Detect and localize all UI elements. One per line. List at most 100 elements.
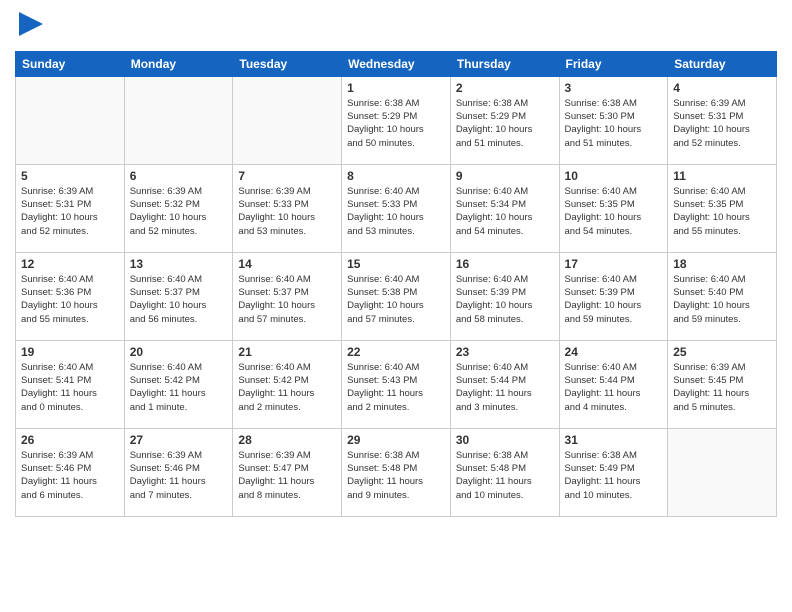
calendar-cell: 24Sunrise: 6:40 AM Sunset: 5:44 PM Dayli… [559, 340, 668, 428]
day-info: Sunrise: 6:38 AM Sunset: 5:48 PM Dayligh… [456, 449, 554, 502]
day-info: Sunrise: 6:40 AM Sunset: 5:39 PM Dayligh… [456, 273, 554, 326]
day-number: 19 [21, 345, 119, 359]
calendar-week-row: 26 Sunrise: 6:39 AM Sunset: 5:46 PM Dayli… [16, 428, 777, 516]
day-number: 13 [130, 257, 228, 271]
calendar-week-row: 12Sunrise: 6:40 AM Sunset: 5:36 PM Dayli… [16, 252, 777, 340]
page: SundayMondayTuesdayWednesdayThursdayFrid… [0, 0, 792, 532]
day-number: 17 [565, 257, 663, 271]
day-info: Sunrise: 6:39 AM Sunset: 5:31 PM Dayligh… [21, 185, 119, 238]
calendar-cell: 29 Sunrise: 6:38 AM Sunset: 5:48 PM Dayli… [342, 428, 451, 516]
calendar-cell: 18 Sunrise: 6:40 AM Sunset: 5:40 PM Dayli… [668, 252, 777, 340]
day-info: Sunrise: 6:40 AM Sunset: 5:35 PM Dayligh… [565, 185, 663, 238]
calendar-cell: 28Sunrise: 6:39 AM Sunset: 5:47 PM Dayli… [233, 428, 342, 516]
calendar-cell: 13 Sunrise: 6:40 AM Sunset: 5:37 PM Dayli… [124, 252, 233, 340]
calendar-cell: 17Sunrise: 6:40 AM Sunset: 5:39 PM Dayli… [559, 252, 668, 340]
day-number: 3 [565, 81, 663, 95]
calendar-cell [233, 76, 342, 164]
calendar-cell [668, 428, 777, 516]
day-number: 18 [673, 257, 771, 271]
day-number: 29 [347, 433, 445, 447]
calendar-cell: 19 Sunrise: 6:40 AM Sunset: 5:41 PM Dayli… [16, 340, 125, 428]
day-number: 2 [456, 81, 554, 95]
calendar-cell: 6Sunrise: 6:39 AM Sunset: 5:32 PM Daylig… [124, 164, 233, 252]
weekday-header: Sunday [16, 51, 125, 76]
calendar-cell: 3 Sunrise: 6:38 AM Sunset: 5:30 PM Daylig… [559, 76, 668, 164]
day-number: 31 [565, 433, 663, 447]
calendar-cell: 2 Sunrise: 6:38 AM Sunset: 5:29 PM Daylig… [450, 76, 559, 164]
calendar-cell: 21 Sunrise: 6:40 AM Sunset: 5:42 PM Dayli… [233, 340, 342, 428]
calendar-cell: 1 Sunrise: 6:38 AM Sunset: 5:29 PM Daylig… [342, 76, 451, 164]
calendar-cell: 26 Sunrise: 6:39 AM Sunset: 5:46 PM Dayli… [16, 428, 125, 516]
day-number: 14 [238, 257, 336, 271]
day-info: Sunrise: 6:40 AM Sunset: 5:34 PM Dayligh… [456, 185, 554, 238]
calendar-cell: 23 Sunrise: 6:40 AM Sunset: 5:44 PM Dayli… [450, 340, 559, 428]
day-number: 5 [21, 169, 119, 183]
day-number: 12 [21, 257, 119, 271]
day-info: Sunrise: 6:40 AM Sunset: 5:37 PM Dayligh… [130, 273, 228, 326]
calendar: SundayMondayTuesdayWednesdayThursdayFrid… [15, 51, 777, 517]
day-info: Sunrise: 6:38 AM Sunset: 5:48 PM Dayligh… [347, 449, 445, 502]
calendar-cell: 9 Sunrise: 6:40 AM Sunset: 5:34 PM Daylig… [450, 164, 559, 252]
day-info: Sunrise: 6:40 AM Sunset: 5:43 PM Dayligh… [347, 361, 445, 414]
day-number: 11 [673, 169, 771, 183]
day-number: 1 [347, 81, 445, 95]
calendar-cell: 11 Sunrise: 6:40 AM Sunset: 5:35 PM Dayli… [668, 164, 777, 252]
day-number: 25 [673, 345, 771, 359]
day-number: 30 [456, 433, 554, 447]
calendar-week-row: 1 Sunrise: 6:38 AM Sunset: 5:29 PM Daylig… [16, 76, 777, 164]
day-info: Sunrise: 6:40 AM Sunset: 5:33 PM Dayligh… [347, 185, 445, 238]
day-info: Sunrise: 6:40 AM Sunset: 5:44 PM Dayligh… [456, 361, 554, 414]
day-number: 10 [565, 169, 663, 183]
calendar-cell: 30 Sunrise: 6:38 AM Sunset: 5:48 PM Dayli… [450, 428, 559, 516]
day-info: Sunrise: 6:40 AM Sunset: 5:42 PM Dayligh… [238, 361, 336, 414]
weekday-header: Thursday [450, 51, 559, 76]
day-number: 6 [130, 169, 228, 183]
calendar-cell: 31 Sunrise: 6:38 AM Sunset: 5:49 PM Dayli… [559, 428, 668, 516]
day-number: 23 [456, 345, 554, 359]
day-info: Sunrise: 6:40 AM Sunset: 5:37 PM Dayligh… [238, 273, 336, 326]
day-number: 16 [456, 257, 554, 271]
day-info: Sunrise: 6:39 AM Sunset: 5:46 PM Dayligh… [130, 449, 228, 502]
day-info: Sunrise: 6:39 AM Sunset: 5:46 PM Dayligh… [21, 449, 119, 502]
logo-icon [17, 10, 45, 38]
day-info: Sunrise: 6:39 AM Sunset: 5:45 PM Dayligh… [673, 361, 771, 414]
weekday-header: Monday [124, 51, 233, 76]
weekday-header: Tuesday [233, 51, 342, 76]
calendar-cell: 7Sunrise: 6:39 AM Sunset: 5:33 PM Daylig… [233, 164, 342, 252]
day-number: 4 [673, 81, 771, 95]
day-info: Sunrise: 6:40 AM Sunset: 5:40 PM Dayligh… [673, 273, 771, 326]
header [15, 10, 777, 43]
calendar-cell: 8Sunrise: 6:40 AM Sunset: 5:33 PM Daylig… [342, 164, 451, 252]
day-number: 15 [347, 257, 445, 271]
calendar-cell [124, 76, 233, 164]
day-info: Sunrise: 6:38 AM Sunset: 5:29 PM Dayligh… [347, 97, 445, 150]
day-number: 26 [21, 433, 119, 447]
calendar-cell: 20 Sunrise: 6:40 AM Sunset: 5:42 PM Dayli… [124, 340, 233, 428]
day-info: Sunrise: 6:38 AM Sunset: 5:49 PM Dayligh… [565, 449, 663, 502]
day-number: 24 [565, 345, 663, 359]
calendar-cell: 4Sunrise: 6:39 AM Sunset: 5:31 PM Daylig… [668, 76, 777, 164]
day-number: 21 [238, 345, 336, 359]
calendar-cell [16, 76, 125, 164]
calendar-week-row: 19 Sunrise: 6:40 AM Sunset: 5:41 PM Dayli… [16, 340, 777, 428]
day-info: Sunrise: 6:40 AM Sunset: 5:42 PM Dayligh… [130, 361, 228, 414]
weekday-header: Wednesday [342, 51, 451, 76]
calendar-cell: 15 Sunrise: 6:40 AM Sunset: 5:38 PM Dayli… [342, 252, 451, 340]
day-info: Sunrise: 6:38 AM Sunset: 5:29 PM Dayligh… [456, 97, 554, 150]
day-info: Sunrise: 6:39 AM Sunset: 5:33 PM Dayligh… [238, 185, 336, 238]
day-number: 22 [347, 345, 445, 359]
day-info: Sunrise: 6:40 AM Sunset: 5:35 PM Dayligh… [673, 185, 771, 238]
calendar-week-row: 5 Sunrise: 6:39 AM Sunset: 5:31 PM Daylig… [16, 164, 777, 252]
day-info: Sunrise: 6:38 AM Sunset: 5:30 PM Dayligh… [565, 97, 663, 150]
weekday-header: Friday [559, 51, 668, 76]
weekday-header-row: SundayMondayTuesdayWednesdayThursdayFrid… [16, 51, 777, 76]
day-info: Sunrise: 6:40 AM Sunset: 5:41 PM Dayligh… [21, 361, 119, 414]
calendar-cell: 10 Sunrise: 6:40 AM Sunset: 5:35 PM Dayli… [559, 164, 668, 252]
day-info: Sunrise: 6:40 AM Sunset: 5:38 PM Dayligh… [347, 273, 445, 326]
calendar-cell: 12Sunrise: 6:40 AM Sunset: 5:36 PM Dayli… [16, 252, 125, 340]
day-number: 9 [456, 169, 554, 183]
weekday-header: Saturday [668, 51, 777, 76]
day-number: 20 [130, 345, 228, 359]
calendar-cell: 16 Sunrise: 6:40 AM Sunset: 5:39 PM Dayli… [450, 252, 559, 340]
logo [15, 10, 45, 43]
